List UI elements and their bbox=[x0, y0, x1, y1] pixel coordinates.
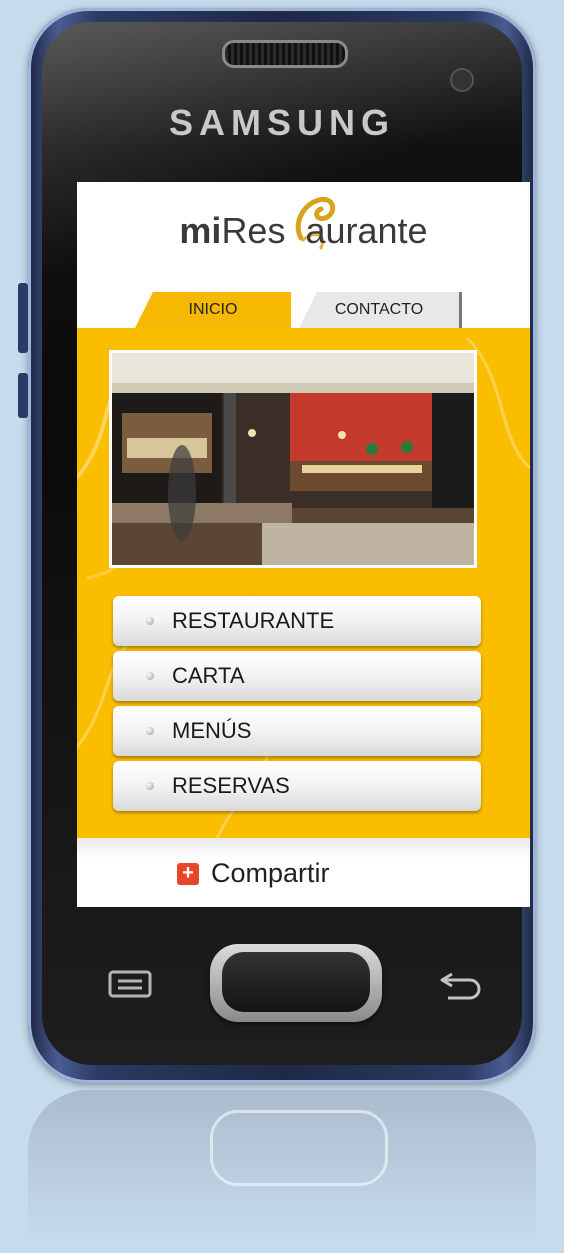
hero-photo bbox=[109, 350, 477, 568]
tab-inicio[interactable]: INICIO bbox=[135, 292, 291, 328]
share-label: Compartir bbox=[211, 858, 330, 888]
menu-item-carta[interactable]: CARTA bbox=[113, 651, 481, 701]
earpiece-speaker bbox=[222, 40, 348, 68]
logo-part-1: Res bbox=[221, 210, 286, 251]
side-button[interactable] bbox=[18, 373, 28, 418]
menu-item-label: MENÚS bbox=[172, 718, 252, 743]
bullet-icon bbox=[146, 727, 154, 735]
tab-contacto[interactable]: CONTACTO bbox=[299, 292, 462, 328]
bullet-icon bbox=[146, 782, 154, 790]
logo-part-2: aurante bbox=[305, 210, 428, 251]
bullet-icon bbox=[146, 617, 154, 625]
app-logo: miRes aurante bbox=[77, 210, 530, 252]
phone-screen: miRes aurante INICIO CONTACTO RESTAURANT… bbox=[77, 182, 530, 907]
menu-item-menus[interactable]: MENÚS bbox=[113, 706, 481, 756]
volume-button[interactable] bbox=[18, 283, 28, 353]
menu-item-label: CARTA bbox=[172, 663, 245, 688]
home-button[interactable] bbox=[210, 944, 382, 1022]
app-footer: + Compartir bbox=[77, 838, 530, 907]
menu-item-label: RESTAURANTE bbox=[172, 608, 335, 633]
menu-item-label: RESERVAS bbox=[172, 773, 290, 798]
back-arrow-icon[interactable] bbox=[438, 966, 484, 1000]
plus-icon: + bbox=[177, 863, 199, 885]
home-button-face bbox=[222, 952, 370, 1012]
logo-part-bold: mi bbox=[179, 210, 222, 251]
menu-item-restaurante[interactable]: RESTAURANTE bbox=[113, 596, 481, 646]
restaurant-interior-photo bbox=[112, 353, 474, 565]
front-camera bbox=[450, 68, 474, 92]
menu-key-icon[interactable] bbox=[108, 970, 152, 998]
home-button-reflection bbox=[210, 1110, 388, 1186]
bullet-icon bbox=[146, 672, 154, 680]
device-brand-logo: SAMSUNG bbox=[168, 102, 395, 143]
app-header: miRes aurante INICIO CONTACTO bbox=[77, 182, 530, 328]
menu-item-reservas[interactable]: RESERVAS bbox=[113, 761, 481, 811]
main-panel: RESTAURANTE CARTA MENÚS RESERVAS bbox=[77, 328, 530, 838]
